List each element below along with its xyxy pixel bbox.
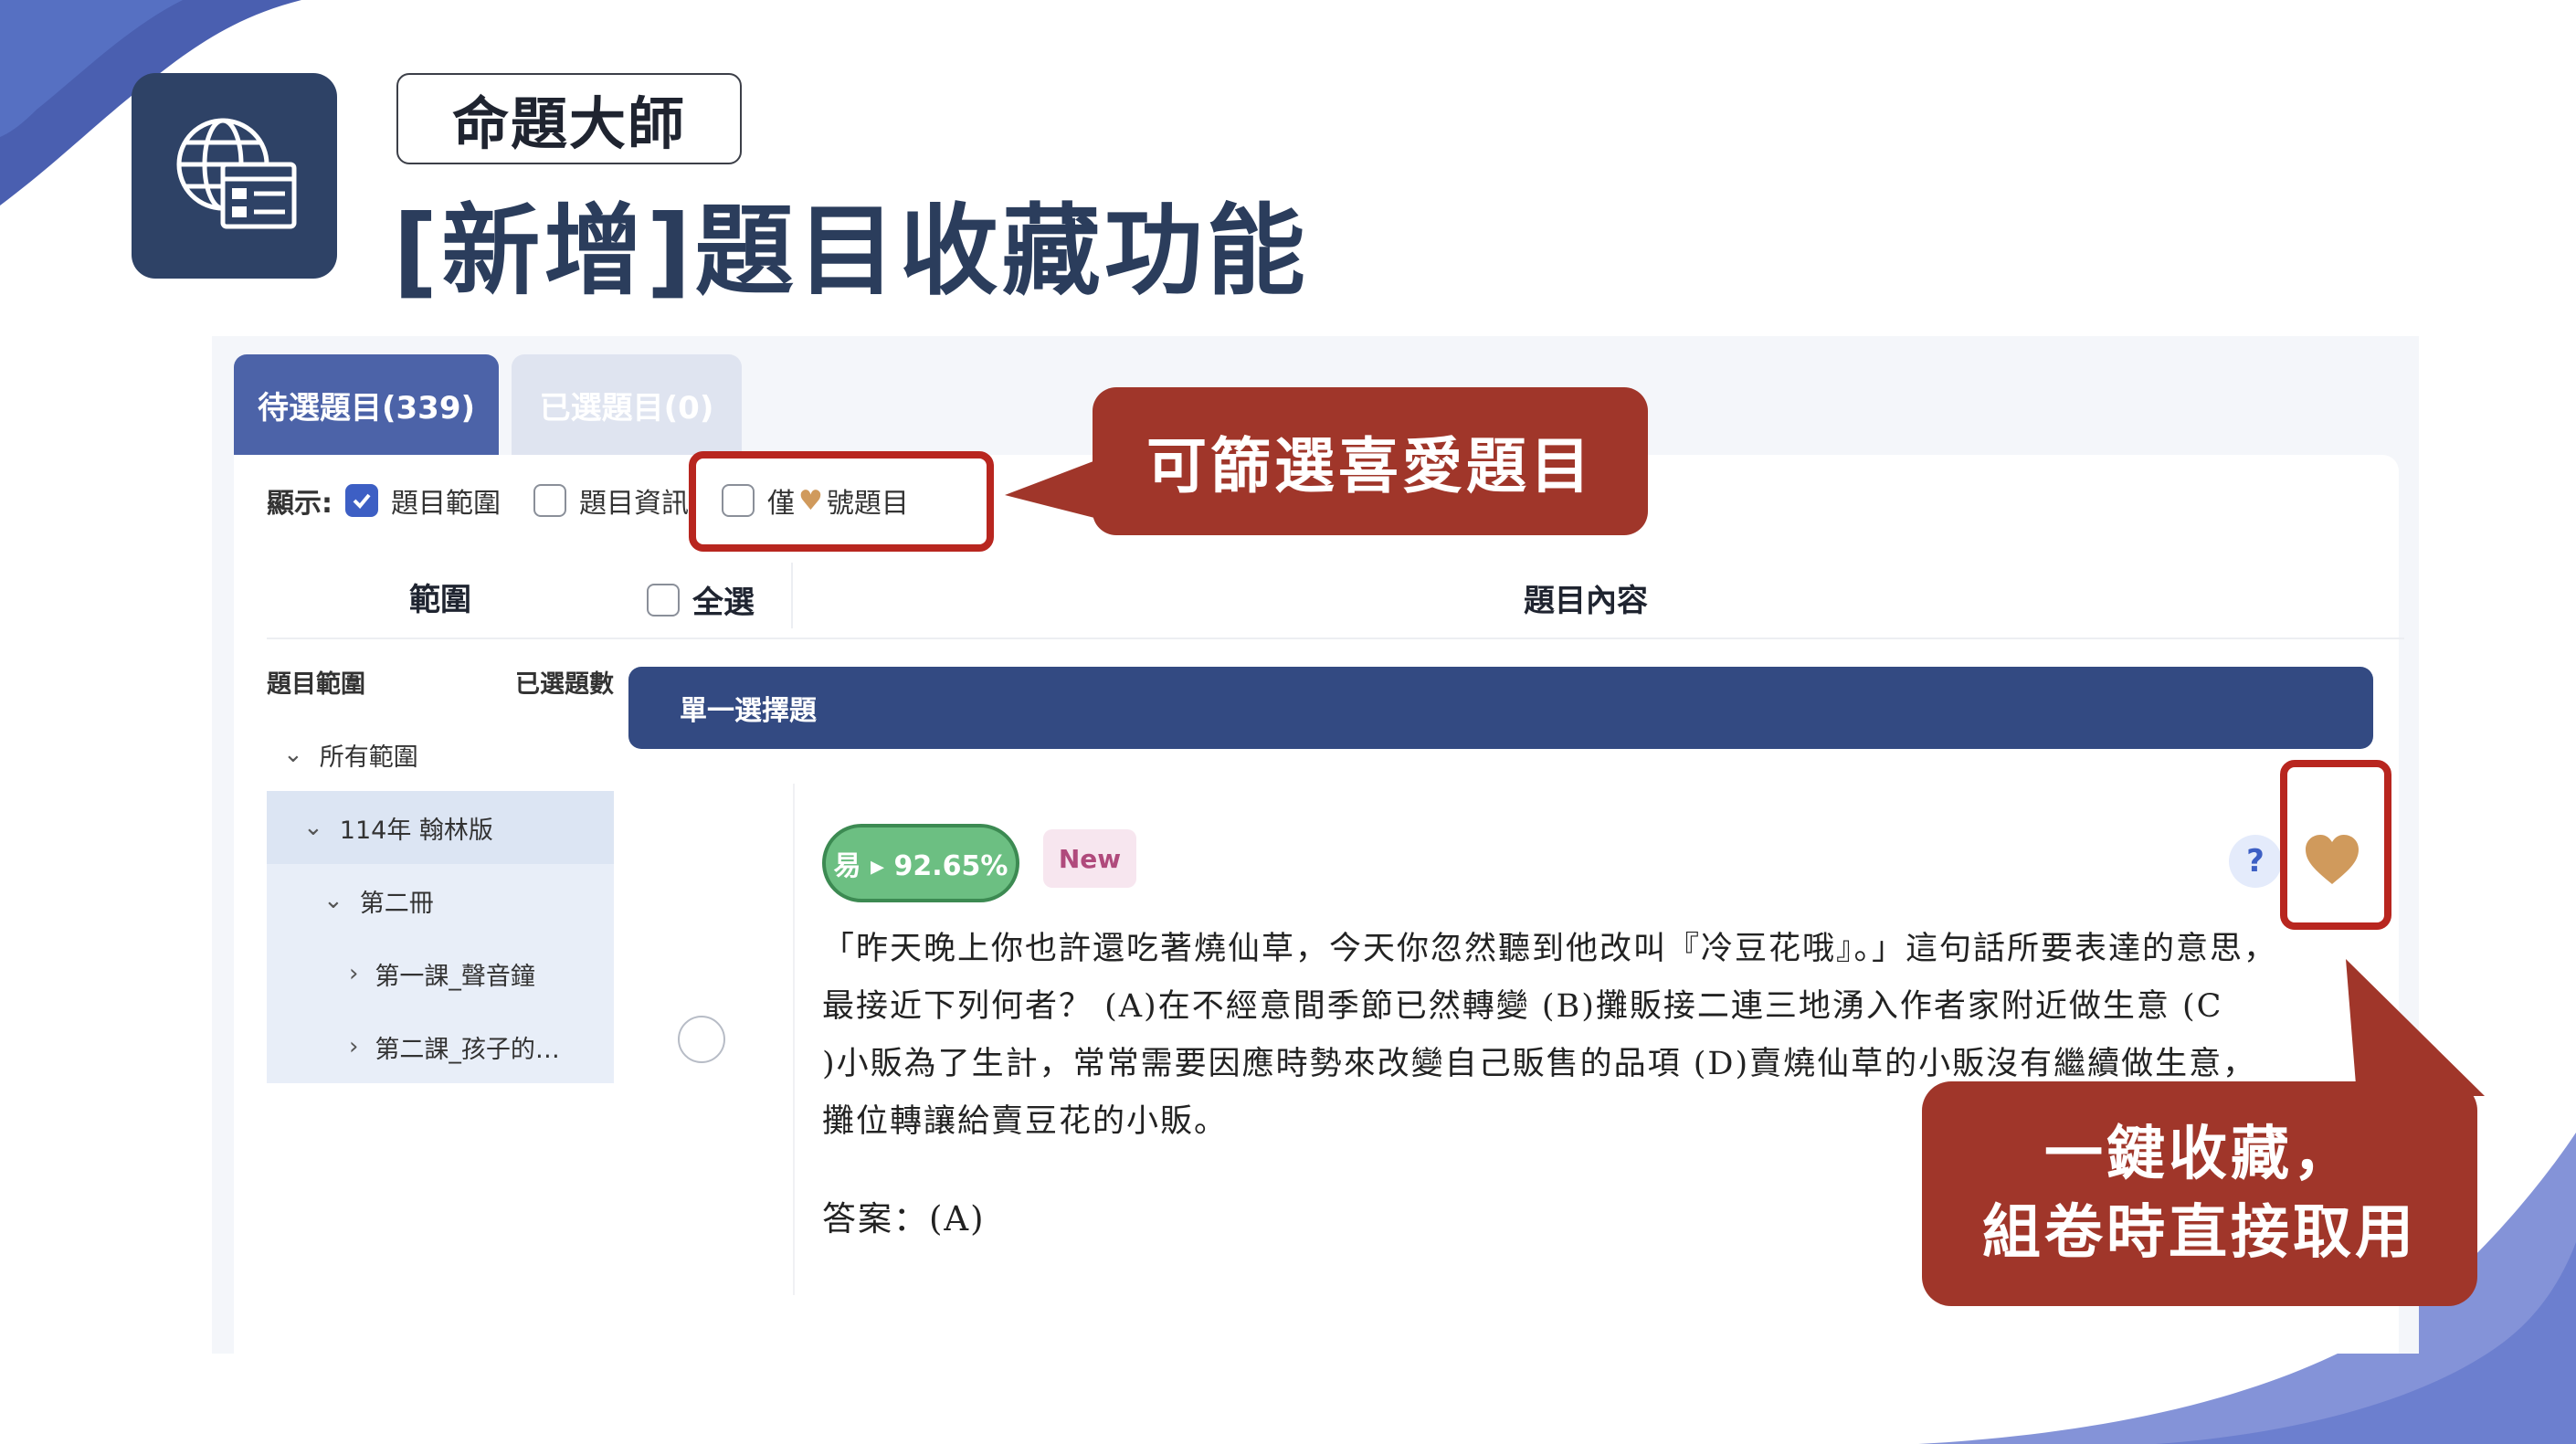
column-divider [791,563,793,628]
question-select-radio[interactable] [678,1016,725,1063]
tree-item-label: 114年 翰林版 [339,816,493,845]
tree-item-edition[interactable]: ⌄ 114年 翰林版 [267,791,614,864]
callout-favorite-line-2: 組卷時直接取用 [1982,1199,2417,1267]
display-label: 顯示: [267,488,333,520]
difficulty-badge: 易 ▸ 92.65% [822,824,1019,902]
callout-pointer-favorite [2346,959,2485,1096]
filter-range-label: 題目範圍 [391,488,501,520]
favorite-button-highlight [2280,760,2391,930]
range-tree-header-left: 題目範圍 [267,669,365,699]
chevron-down-icon: ⌄ [323,887,343,914]
range-tree-header-right: 已選題數 [515,669,614,699]
callout-one-click-favorite: 一鍵收藏， 組卷時直接取用 [1922,1081,2477,1306]
globe-browser-icon [176,118,296,228]
filter-info-checkbox[interactable] [533,484,566,517]
callout-favorite-line-1: 一鍵收藏， [2044,1121,2355,1188]
tab-pending-questions[interactable]: 待選題目(339) [234,354,499,455]
select-all-label: 全選 [692,585,755,621]
tree-item-label: 所有範圍 [319,743,418,772]
select-all-checkbox[interactable] [647,583,680,617]
question-answer: 答案：(A) [822,1199,986,1238]
filter-info-option[interactable]: 題目資訊 [533,480,689,521]
question-divider [793,784,795,1295]
callout-filter-favorites: 可篩選喜愛題目 [1093,387,1648,535]
content-column-header [614,555,2404,639]
range-tree: ⌄ 所有範圍 ⌄ 114年 翰林版 ⌄ 第二冊 › 第一課_聲音鐘 › 第二課_… [267,718,614,1083]
filter-range-option[interactable]: 題目範圍 [345,480,501,521]
select-all-control[interactable]: 全選 [647,577,755,622]
new-badge: New [1043,829,1136,888]
range-column-header: 範圍 [267,555,614,639]
tree-item-lesson-2[interactable]: › 第二課_孩子的… [267,1010,614,1083]
tab-selected-questions[interactable]: 已選題目(0) [512,354,742,455]
page-title: [新增]題目收藏功能 [393,195,1309,309]
filter-range-checkbox[interactable] [345,484,378,517]
tree-item-volume[interactable]: ⌄ 第二冊 [267,864,614,937]
tree-item-label: 第二冊 [359,889,434,918]
chevron-right-icon: › [349,960,359,987]
question-type-bar: 單一選擇題 [628,667,2373,749]
app-logo [132,73,337,279]
chevron-down-icon: ⌄ [303,814,323,841]
check-icon [353,493,371,509]
question-line: 最接近下列何者？ (A)在不經意間季節已然轉變 (B)攤販接二連三地湧入作者家附… [822,988,2223,1025]
filter-info-label: 題目資訊 [579,488,689,520]
range-tree-header: 題目範圍 已選題數 [267,654,614,709]
product-name-tag: 命題大師 [396,73,742,164]
chevron-down-icon: ⌄ [283,741,303,768]
tree-item-all-ranges[interactable]: ⌄ 所有範圍 [267,718,614,791]
callout-pointer-filter [1005,457,1105,521]
tree-item-label: 第一課_聲音鐘 [375,962,535,991]
question-line: 「昨天晚上你也許還吃著燒仙草，今天你忽然聽到他改叫『冷豆花哦』。」這句話所要表達… [822,931,2278,967]
tree-item-lesson-1[interactable]: › 第一課_聲音鐘 [267,937,614,1010]
help-button[interactable]: ? [2229,835,2282,888]
tree-item-label: 第二課_孩子的… [375,1035,560,1064]
content-column-title: 題目內容 [1524,583,1648,619]
favorite-filter-highlight [689,451,994,552]
chevron-right-icon: › [349,1033,359,1060]
